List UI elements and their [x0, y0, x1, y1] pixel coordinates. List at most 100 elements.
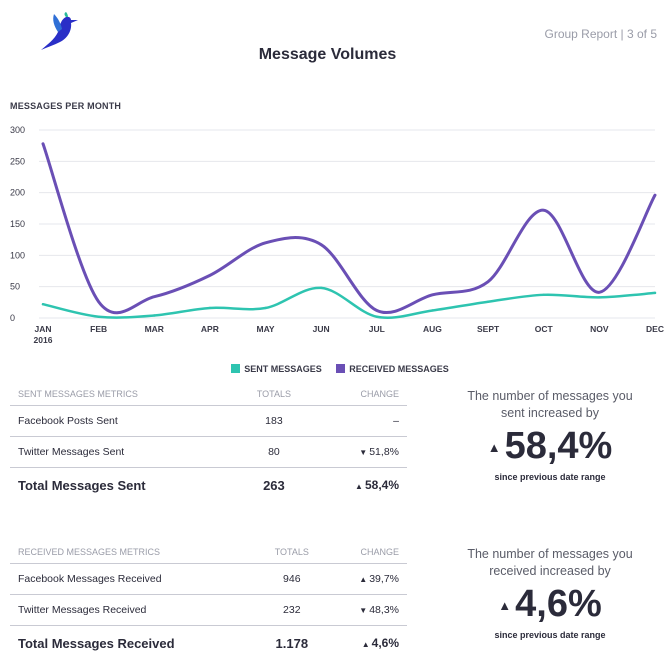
data-point-sent [209, 307, 211, 309]
sent-metrics-table: SENT MESSAGES METRICS TOTALS CHANGE Face… [10, 388, 407, 502]
column-header-totals: TOTALS [256, 546, 328, 564]
series-line-received [43, 144, 655, 313]
x-tick-sublabel: 2016 [34, 335, 53, 345]
table-header-row: RECEIVED MESSAGES METRICS TOTALS CHANGE [10, 546, 407, 564]
page-title: Message Volumes [0, 46, 655, 64]
summary-since-label: since previous date range [445, 630, 655, 640]
x-tick-label: JUN [313, 324, 330, 334]
summary-text-line: received increased by [445, 563, 655, 580]
column-header-metric: RECEIVED MESSAGES METRICS [10, 546, 256, 564]
summary-percent: 4,6% [515, 583, 602, 625]
legend-item-sent: SENT MESSAGES [231, 364, 322, 374]
summary-big-value: ▲4,6% [445, 582, 655, 628]
table-total-row: Total Messages Received 1.178 ▲4,6% [10, 626, 407, 660]
data-point-received [654, 194, 656, 196]
total-value: 1.178 [256, 626, 328, 660]
column-header-metric: SENT MESSAGES METRICS [10, 388, 235, 406]
metric-change: ▼48,3% [328, 595, 407, 626]
column-header-change: CHANGE [313, 388, 407, 406]
summary-text-line: sent increased by [445, 405, 655, 422]
summary-since-label: since previous date range [445, 472, 655, 482]
data-point-sent [320, 287, 322, 289]
triangle-up-icon: ▲ [362, 640, 370, 649]
data-point-received [487, 280, 489, 282]
data-point-received [598, 291, 600, 293]
x-tick-label: DEC [646, 324, 664, 334]
triangle-down-icon: ▼ [359, 448, 367, 457]
chart-subtitle: MESSAGES PER MONTH [10, 101, 121, 111]
table-row: Facebook Posts Sent 183 – [10, 406, 407, 437]
triangle-up-icon: ▲ [355, 482, 363, 491]
x-tick-label: OCT [535, 324, 554, 334]
x-tick-label: MAR [145, 324, 164, 334]
total-value: 263 [235, 468, 314, 503]
report-page-indicator: Group Report | 3 of 5 [544, 27, 657, 41]
sent-summary-card: The number of messages you sent increase… [445, 388, 655, 482]
x-tick-label: AUG [423, 324, 442, 334]
x-tick-label: JUL [369, 324, 385, 334]
summary-text-line: The number of messages you [445, 546, 655, 563]
y-tick-label: 50 [10, 282, 20, 292]
legend-swatch-sent [231, 364, 240, 373]
x-tick-label: JAN [34, 324, 51, 334]
change-value: 4,6% [372, 636, 399, 650]
x-tick-label: SEPT [477, 324, 500, 334]
triangle-up-icon: ▲ [359, 575, 367, 584]
metric-total: 946 [256, 564, 328, 595]
metric-change: – [313, 406, 407, 437]
summary-big-value: ▲ 58,4% [445, 424, 655, 470]
data-point-sent [376, 316, 378, 318]
metric-label: Twitter Messages Received [10, 595, 256, 626]
metric-change: ▲39,7% [328, 564, 407, 595]
total-label: Total Messages Sent [10, 468, 235, 503]
total-label: Total Messages Received [10, 626, 256, 660]
data-point-received [320, 243, 322, 245]
data-point-sent [543, 294, 545, 296]
table-header-row: SENT MESSAGES METRICS TOTALS CHANGE [10, 388, 407, 406]
received-metrics-table: RECEIVED MESSAGES METRICS TOTALS CHANGE … [10, 546, 407, 660]
summary-percent: 58,4% [505, 425, 613, 467]
chart-legend: SENT MESSAGES RECEIVED MESSAGES [0, 364, 665, 374]
change-value: 39,7% [369, 573, 399, 585]
data-point-sent [654, 292, 656, 294]
data-point-sent [487, 301, 489, 303]
metric-label: Twitter Messages Sent [10, 437, 235, 468]
legend-label-sent: SENT MESSAGES [244, 364, 322, 374]
series-line-sent [43, 288, 655, 318]
data-point-received [376, 309, 378, 311]
total-change: ▲4,6% [328, 626, 407, 660]
table-row: Twitter Messages Received 232 ▼48,3% [10, 595, 407, 626]
received-summary-card: The number of messages you received incr… [445, 546, 655, 640]
data-point-sent [153, 314, 155, 316]
data-point-received [209, 274, 211, 276]
data-point-sent [97, 316, 99, 318]
change-value: 48,3% [369, 604, 399, 616]
y-tick-label: 100 [10, 250, 25, 260]
y-tick-label: 200 [10, 188, 25, 198]
metric-total: 183 [235, 406, 314, 437]
y-tick-label: 150 [10, 219, 25, 229]
data-point-received [431, 294, 433, 296]
metric-total: 80 [235, 437, 314, 468]
change-value: – [393, 415, 399, 427]
table-row: Twitter Messages Sent 80 ▼51,8% [10, 437, 407, 468]
x-tick-label: APR [201, 324, 219, 334]
y-tick-label: 250 [10, 156, 25, 166]
table-total-row: Total Messages Sent 263 ▲58,4% [10, 468, 407, 503]
data-point-sent [42, 303, 44, 305]
change-value: 58,4% [365, 478, 399, 492]
data-point-received [543, 209, 545, 211]
legend-swatch-received [336, 364, 345, 373]
metric-label: Facebook Posts Sent [10, 406, 235, 437]
x-tick-label: MAY [256, 324, 274, 334]
column-header-change: CHANGE [328, 546, 407, 564]
data-point-received [153, 295, 155, 297]
column-header-totals: TOTALS [235, 388, 314, 406]
data-point-sent [264, 307, 266, 309]
triangle-up-icon: ▲ [488, 440, 501, 455]
y-tick-label: 0 [10, 313, 15, 323]
data-point-received [264, 242, 266, 244]
metric-label: Facebook Messages Received [10, 564, 256, 595]
legend-label-received: RECEIVED MESSAGES [349, 364, 449, 374]
data-point-received [42, 143, 44, 145]
